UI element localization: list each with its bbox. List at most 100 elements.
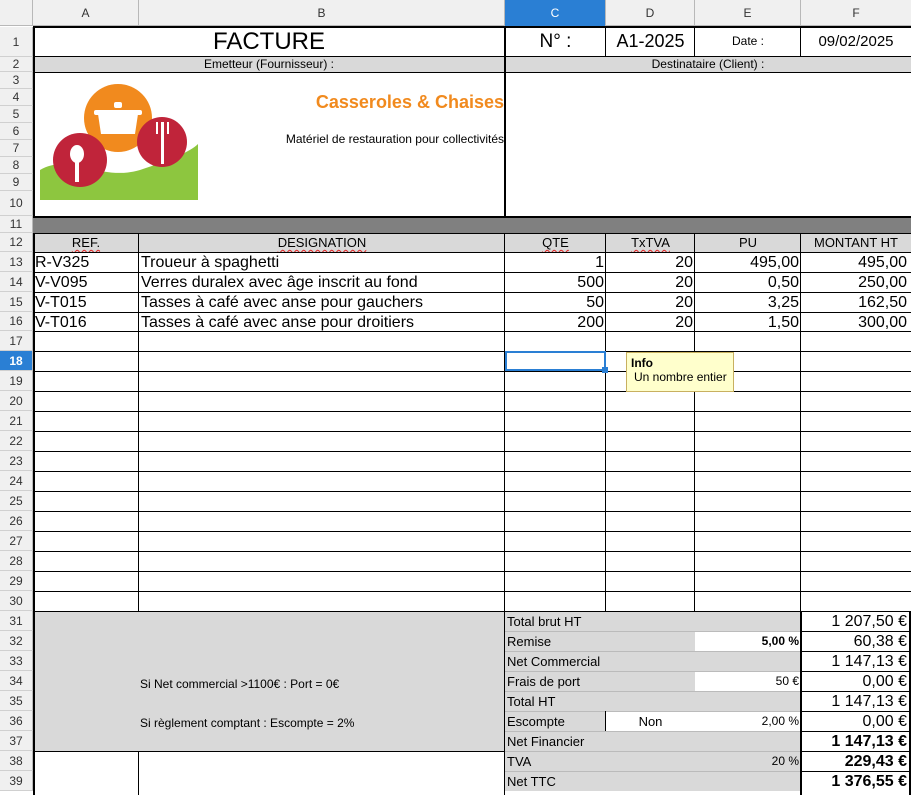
select-all-corner[interactable] [0, 0, 33, 26]
net-ttc-value[interactable]: 1 376,55 € [801, 772, 907, 791]
escompte-rate[interactable]: 2,00 % [695, 712, 799, 731]
invoice-title: FACTURE [212, 28, 325, 55]
cell-designation[interactable]: Tasses à café avec anse pour droitiers [141, 313, 503, 332]
row-header-17[interactable]: 17 [0, 331, 33, 351]
notes-bottom-line [33, 751, 505, 752]
row-header-35[interactable]: 35 [0, 691, 33, 711]
row-header-14[interactable]: 14 [0, 272, 33, 292]
tva-rate[interactable]: 20 % [695, 752, 799, 771]
row-header-22[interactable]: 22 [0, 431, 33, 451]
row-header-34[interactable]: 34 [0, 671, 33, 691]
selected-cell-c18[interactable] [505, 351, 606, 371]
row-header-37[interactable]: 37 [0, 731, 33, 751]
net-commercial-value[interactable]: 1 147,13 € [801, 652, 907, 671]
row-header-2[interactable]: 2 [0, 57, 33, 72]
cell-tva[interactable]: 20 [606, 273, 693, 292]
cell-qte[interactable]: 200 [505, 313, 604, 332]
separator-band [33, 217, 911, 233]
footer-mid-line [504, 611, 505, 795]
row-header-21[interactable]: 21 [0, 411, 33, 431]
total-ht-value[interactable]: 1 147,13 € [801, 692, 907, 711]
row-line [33, 551, 911, 552]
invoice-number[interactable]: A1-2025 [606, 27, 695, 56]
row-header-30[interactable]: 30 [0, 591, 33, 611]
row-header-19[interactable]: 19 [0, 371, 33, 391]
row-header-28[interactable]: 28 [0, 551, 33, 571]
cell-montant[interactable]: 495,00 [801, 253, 907, 272]
row-header-3[interactable]: 3 [0, 72, 33, 89]
row-header-16[interactable]: 16 [0, 312, 33, 331]
invoice-date[interactable]: 09/02/2025 [801, 27, 911, 56]
row-header-15[interactable]: 15 [0, 292, 33, 312]
row-header-11[interactable]: 11 [0, 216, 33, 233]
total-brut-value[interactable]: 1 207,50 € [801, 612, 907, 631]
cell-pu[interactable]: 3,25 [695, 293, 799, 312]
tva-value[interactable]: 229,43 € [801, 752, 907, 771]
cell-ref[interactable]: V-T016 [35, 313, 138, 332]
row-header-10[interactable]: 10 [0, 191, 33, 216]
row-header-24[interactable]: 24 [0, 471, 33, 491]
remise-rate[interactable]: 5,00 % [695, 632, 799, 651]
cell-montant[interactable]: 250,00 [801, 273, 907, 292]
cell-tva[interactable]: 20 [606, 253, 693, 272]
row-header-27[interactable]: 27 [0, 531, 33, 551]
row-header-5[interactable]: 5 [0, 106, 33, 123]
cell-qte[interactable]: 1 [505, 253, 604, 272]
total-ht-label: Total HT [507, 694, 556, 709]
column-header-e[interactable]: E [695, 0, 801, 26]
row-header-33[interactable]: 33 [0, 651, 33, 671]
cell-ref[interactable]: V-V095 [35, 273, 138, 292]
cell-pu[interactable]: 0,50 [695, 273, 799, 292]
cell-tva[interactable]: 20 [606, 313, 693, 332]
row-header-36[interactable]: 36 [0, 711, 33, 731]
fill-handle[interactable] [602, 367, 608, 373]
cell-montant[interactable]: 162,50 [801, 293, 907, 312]
column-header-f[interactable]: F [801, 0, 911, 26]
row-header-4[interactable]: 4 [0, 89, 33, 106]
row-header-31[interactable]: 31 [0, 611, 33, 631]
net-financier-value[interactable]: 1 147,13 € [801, 732, 907, 751]
row-header-13[interactable]: 13 [0, 252, 33, 272]
row-header-1[interactable]: 1 [0, 27, 33, 57]
row-header-38[interactable]: 38 [0, 751, 33, 771]
row-header-39[interactable]: 39 [0, 771, 33, 791]
escompte-choice[interactable]: Non [606, 712, 695, 731]
row-header-25[interactable]: 25 [0, 491, 33, 511]
cell-tva[interactable]: 20 [606, 293, 693, 312]
row-header-20[interactable]: 20 [0, 391, 33, 411]
cell-designation[interactable]: Troueur à spaghetti [141, 253, 503, 272]
frais-port-rate[interactable]: 50 € [695, 672, 799, 691]
escompte-value[interactable]: 0,00 € [801, 712, 907, 731]
row-header-23[interactable]: 23 [0, 451, 33, 471]
row-header-26[interactable]: 26 [0, 511, 33, 531]
row-line [33, 451, 911, 452]
row-line [33, 391, 911, 392]
row-header-32[interactable]: 32 [0, 631, 33, 651]
row-header-29[interactable]: 29 [0, 571, 33, 591]
footer-left-border [33, 611, 35, 795]
row-header-7[interactable]: 7 [0, 140, 33, 157]
cell-qte[interactable]: 500 [505, 273, 604, 292]
column-header-d[interactable]: D [606, 0, 695, 26]
cell-ref[interactable]: R-V325 [35, 253, 138, 272]
row-header-8[interactable]: 8 [0, 157, 33, 174]
cell-pu[interactable]: 495,00 [695, 253, 799, 272]
tooltip-text: Un nombre entier [634, 370, 727, 384]
frais-port-value[interactable]: 0,00 € [801, 672, 907, 691]
cell-designation[interactable]: Verres duralex avec âge inscrit au fond [141, 273, 503, 292]
row-header-12[interactable]: 12 [0, 233, 33, 252]
row-line [33, 351, 911, 352]
row-header-18[interactable]: 18 [0, 351, 33, 371]
cell-designation[interactable]: Tasses à café avec anse pour gauchers [141, 293, 503, 312]
cell-pu[interactable]: 1,50 [695, 313, 799, 332]
cell-montant[interactable]: 300,00 [801, 313, 907, 332]
column-header-b[interactable]: B [139, 0, 505, 26]
cell-qte[interactable]: 50 [505, 293, 604, 312]
cell-ref[interactable]: V-T015 [35, 293, 138, 312]
note-port: Si Net commercial >1100€ : Port = 0€ [140, 677, 340, 691]
row-header-6[interactable]: 6 [0, 123, 33, 140]
remise-value[interactable]: 60,38 € [801, 632, 907, 651]
column-header-a[interactable]: A [33, 0, 139, 26]
column-header-c[interactable]: C [505, 0, 606, 26]
row-header-9[interactable]: 9 [0, 174, 33, 191]
